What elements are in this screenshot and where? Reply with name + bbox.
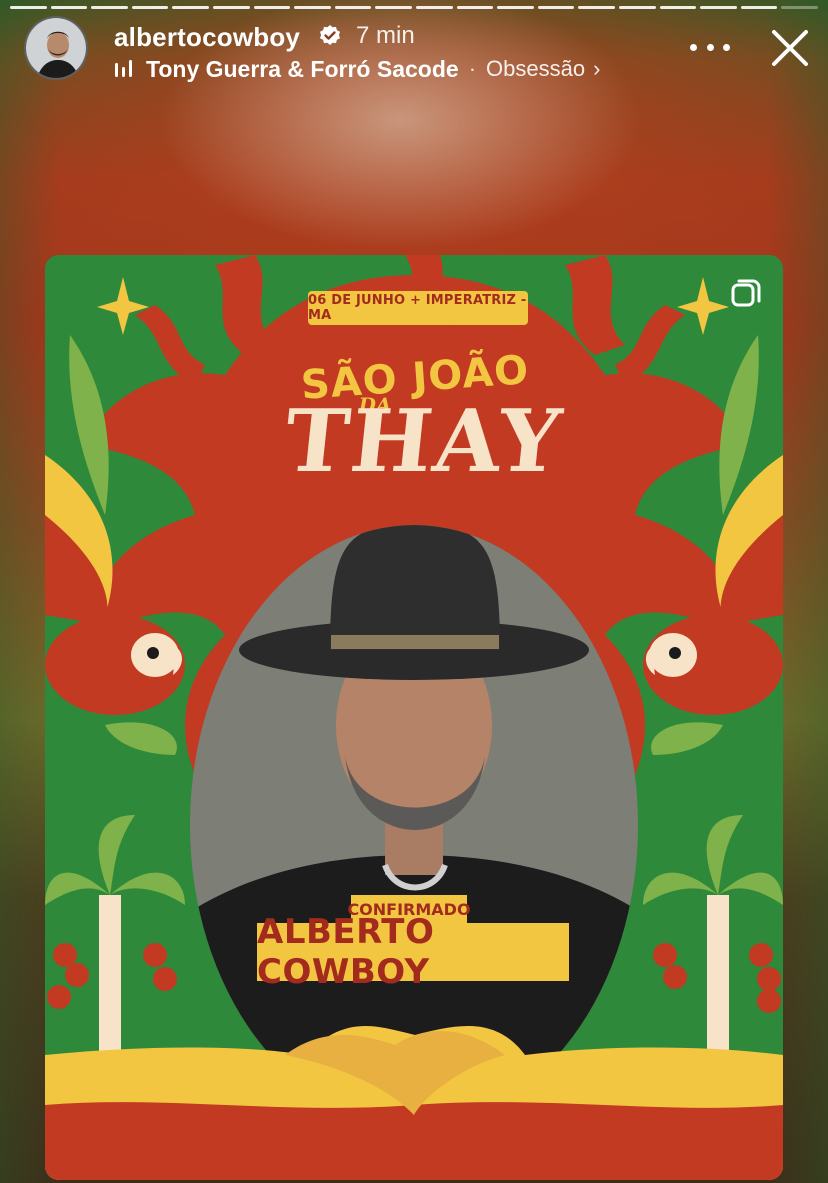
progress-segment xyxy=(456,6,494,9)
audio-bars-icon xyxy=(115,60,132,77)
more-options-button[interactable] xyxy=(690,32,730,62)
artist-name-banner: ALBERTO COWBOY xyxy=(257,912,569,992)
progress-segment xyxy=(334,6,372,9)
music-attribution[interactable]: Tony Guerra & Forró Sacode · Obsessão › xyxy=(114,54,600,84)
progress-segment xyxy=(212,6,250,9)
progress-segment xyxy=(415,6,453,9)
progress-segment xyxy=(700,6,737,9)
chevron-right-icon: › xyxy=(593,56,601,81)
progress-segment xyxy=(50,6,88,9)
progress-segment xyxy=(578,6,615,9)
event-poster[interactable]: 06 DE JUNHO + IMPERATRIZ - MA SÃO JOÃO D… xyxy=(45,255,783,1180)
story-progress-bar xyxy=(10,6,818,9)
music-artist: Tony Guerra & Forró Sacode xyxy=(146,55,459,82)
progress-segment xyxy=(618,6,656,9)
story-header: albertocowboy 7 min Tony Guerra & Forró … xyxy=(22,16,812,86)
progress-segment xyxy=(294,6,331,9)
music-separator: · xyxy=(468,56,477,81)
progress-segment xyxy=(172,6,209,9)
progress-segment xyxy=(253,6,291,9)
progress-segment xyxy=(375,6,412,9)
progress-segment xyxy=(10,6,47,9)
avatar[interactable] xyxy=(24,16,88,80)
close-icon[interactable] xyxy=(768,26,812,70)
event-logo-line3: THAY xyxy=(279,391,568,492)
username[interactable]: albertocowboy xyxy=(114,22,300,53)
verified-badge-icon xyxy=(320,25,340,45)
more-horizontal-icon xyxy=(690,43,697,51)
event-date-location: 06 DE JUNHO + IMPERATRIZ - MA xyxy=(308,291,528,325)
progress-segment xyxy=(497,6,534,9)
multiple-posts-icon xyxy=(731,279,761,307)
progress-segment xyxy=(781,6,818,9)
progress-segment xyxy=(659,6,697,9)
story-timestamp: 7 min xyxy=(356,22,415,49)
progress-segment xyxy=(91,6,128,9)
music-song: Obsessão xyxy=(486,56,586,81)
progress-segment xyxy=(131,6,169,9)
progress-segment xyxy=(537,6,575,9)
progress-segment xyxy=(740,6,778,9)
